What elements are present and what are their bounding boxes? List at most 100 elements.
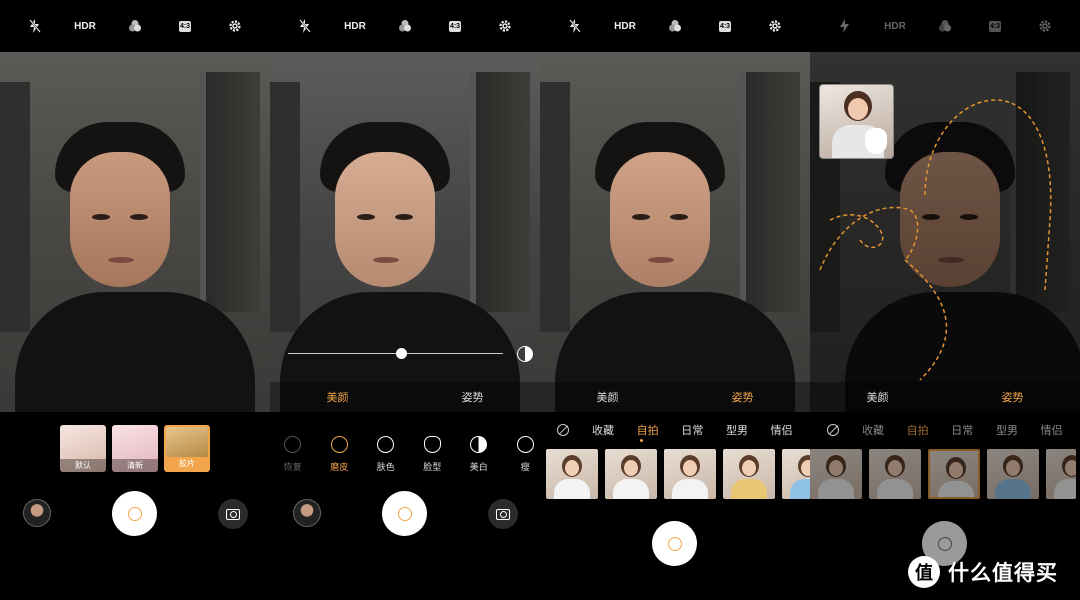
filter-effects-icon[interactable] [661,12,689,40]
tool-skin-tone[interactable]: 肤色 [371,436,401,473]
tool-smooth-skin[interactable]: 磨皮 [325,436,355,473]
pose-thumbnail-selected[interactable] [928,449,980,499]
aspect-ratio-button[interactable]: 4:3 [981,12,1009,40]
category-selfie[interactable]: 自拍 [907,422,929,438]
mode-bar: 美颜 姿势 [270,382,540,412]
shutter-button[interactable] [112,491,157,536]
shutter-button[interactable] [382,491,427,536]
filter-effects-icon[interactable] [931,12,959,40]
mode-beauty[interactable]: 美颜 [327,389,349,405]
settings-gear-icon[interactable] [1031,12,1059,40]
hdr-toggle[interactable]: HDR [71,12,99,40]
filter-default[interactable]: 默认 [60,425,106,472]
category-selfie[interactable]: 自拍 [637,422,659,438]
selfie-subject [555,122,795,412]
filter-label: 胶片 [166,457,208,470]
hdr-toggle[interactable]: HDR [341,12,369,40]
gallery-thumbnail[interactable] [293,499,321,527]
filter-fresh[interactable]: 清新 [112,425,158,472]
category-indicator [640,439,643,442]
whiten-icon [470,436,488,453]
aspect-ratio-badge: 4:3 [989,20,1001,32]
filter-effects-icon[interactable] [121,12,149,40]
filter-strip: 默认 清新 胶片 [60,425,210,472]
tool-label: 肤色 [376,462,395,472]
mode-beauty[interactable]: 美颜 [597,389,619,405]
pose-thumbnail[interactable] [987,449,1039,499]
tool-slim[interactable]: 瘦 [511,436,541,473]
category-couples[interactable]: 情侣 [1041,422,1063,438]
hdr-toggle[interactable]: HDR [881,12,909,40]
category-couples[interactable]: 情侣 [771,422,793,438]
aspect-ratio-button[interactable]: 4:3 [441,12,469,40]
mode-pose[interactable]: 姿势 [1002,389,1024,405]
flash-off-icon[interactable] [21,12,49,40]
settings-gear-icon[interactable] [761,12,789,40]
shutter-button[interactable] [652,521,697,566]
flash-off-icon[interactable] [291,12,319,40]
flash-off-icon[interactable] [831,12,859,40]
pose-thumbnail[interactable] [869,449,921,499]
category-favorites[interactable]: 收藏 [862,422,884,438]
background-wall [270,82,300,332]
restore-icon [284,436,302,453]
hand-pointer-icon [865,128,887,154]
category-favorites[interactable]: 收藏 [592,422,614,438]
shutter-ring-icon [667,536,682,551]
gallery-thumbnail[interactable] [23,499,51,527]
selfie-subject [280,122,520,412]
pose-thumbnail[interactable] [605,449,657,499]
settings-gear-icon[interactable] [221,12,249,40]
category-stylish-men[interactable]: 型男 [996,422,1018,438]
mode-pose[interactable]: 姿势 [462,389,484,405]
filter-effects-icon[interactable] [391,12,419,40]
pose-thumbnail[interactable] [810,449,862,499]
category-daily[interactable]: 日常 [951,422,973,438]
tool-face-shape[interactable]: 脸型 [418,436,448,473]
aspect-ratio-button[interactable]: 4:3 [171,12,199,40]
top-toolbar: HDR 4:3 [270,0,540,52]
no-pose-icon[interactable] [827,424,840,436]
filter-film[interactable]: 胶片 [164,425,210,472]
camera-panel-pose-guide: HDR 4:3 美颜 姿势 收藏 自拍 日常 型男 情侣 [810,0,1080,600]
pose-thumbnail[interactable] [664,449,716,499]
aspect-ratio-button[interactable]: 4:3 [711,12,739,40]
pose-thumbnail[interactable] [546,449,598,499]
mode-pose[interactable]: 姿势 [732,389,754,405]
background-wall [540,82,570,332]
switch-camera-button[interactable] [488,499,518,529]
pose-thumbnail[interactable] [723,449,775,499]
shutter-ring-icon [127,506,142,521]
watermark-logo: 值 [908,556,940,588]
flash-off-icon[interactable] [561,12,589,40]
tool-restore[interactable]: 恢复 [278,436,308,473]
no-pose-icon[interactable] [557,424,570,436]
compare-icon[interactable] [517,346,533,362]
site-watermark: 值 什么值得买 [908,556,1058,588]
filter-label: 清新 [112,459,158,472]
camera-viewfinder[interactable] [0,52,270,412]
beauty-intensity-slider[interactable] [288,346,533,362]
aspect-ratio-badge: 4:3 [179,20,191,32]
hdr-toggle[interactable]: HDR [611,12,639,40]
pose-reference-card[interactable] [819,84,894,159]
settings-gear-icon[interactable] [491,12,519,40]
tool-label: 瘦 [520,462,530,472]
pose-thumbnail[interactable] [1046,449,1076,499]
category-stylish-men[interactable]: 型男 [726,422,748,438]
switch-camera-icon [226,508,240,520]
slim-icon [516,436,534,453]
face-shape-icon [423,436,441,453]
slider-thumb[interactable] [395,348,407,359]
aspect-ratio-badge: 4:3 [449,20,461,32]
switch-camera-icon [496,508,510,520]
switch-camera-button[interactable] [218,499,248,529]
camera-viewfinder[interactable] [540,52,810,412]
tool-whiten[interactable]: 美白 [464,436,494,473]
top-toolbar: HDR 4:3 [810,0,1080,52]
top-toolbar: HDR 4:3 [0,0,270,52]
smooth-skin-icon [330,436,348,453]
pose-thumbnail[interactable] [782,449,810,499]
mode-beauty[interactable]: 美颜 [867,389,889,405]
category-daily[interactable]: 日常 [681,422,703,438]
